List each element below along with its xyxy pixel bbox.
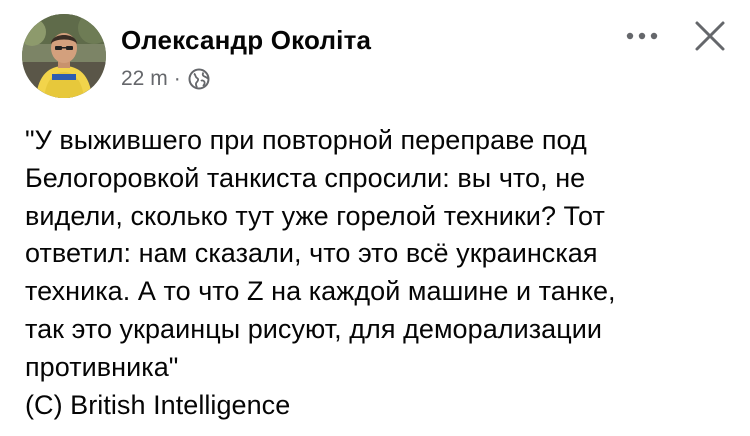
avatar[interactable]: [22, 14, 106, 98]
author-name[interactable]: Олександр Околіта: [121, 25, 371, 56]
post-text-line: Белогоровкой танкиста спросили: вы что, …: [25, 162, 586, 193]
post-text-line: так это украинцы рисуют, для деморализац…: [25, 313, 602, 344]
globe-icon[interactable]: [187, 67, 211, 91]
meta-separator: ·: [173, 67, 181, 90]
profile-photo: [22, 14, 106, 98]
post-text-line: видели, сколько тут уже горелой техники?…: [25, 200, 605, 231]
post-text-line: "У выжившего при повторной переправе под: [25, 125, 587, 155]
post-text-line: ответил: нам сказали, что это всё украин…: [25, 238, 598, 269]
facebook-post: Олександр Околіта 22 m · "У выжившего пр…: [0, 0, 750, 436]
post-text: "У выжившего при повторной переправе под…: [25, 122, 737, 424]
post-text-line: противника": [25, 351, 179, 382]
post-meta: 22 m ·: [121, 67, 211, 91]
post-time[interactable]: 22 m: [121, 67, 168, 91]
close-icon[interactable]: [693, 19, 727, 53]
post-text-line: техника. А то что Z на каждой машине и т…: [25, 276, 616, 307]
more-icon[interactable]: [622, 24, 662, 48]
post-text-line: (С) British Intelligence: [25, 389, 291, 420]
